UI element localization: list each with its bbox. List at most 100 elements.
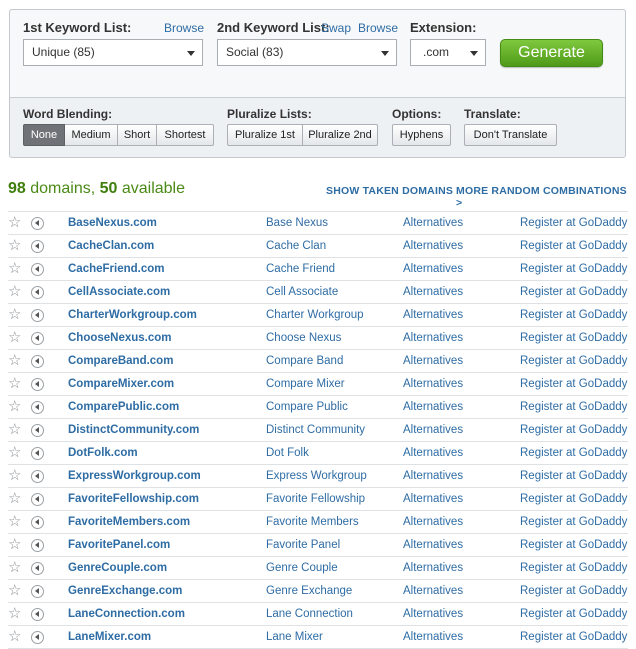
alternatives-link[interactable]: Alternatives bbox=[403, 212, 463, 234]
domain-link[interactable]: CompareBand.com bbox=[68, 350, 173, 372]
speaker-icon[interactable] bbox=[31, 562, 44, 575]
alternatives-link[interactable]: Alternatives bbox=[403, 304, 463, 326]
speaker-icon[interactable] bbox=[31, 539, 44, 552]
star-icon[interactable]: ☆ bbox=[8, 304, 21, 326]
speaker-icon[interactable] bbox=[31, 493, 44, 506]
keyword-words-link[interactable]: Cell Associate bbox=[266, 281, 338, 303]
alternatives-link[interactable]: Alternatives bbox=[403, 373, 463, 395]
domain-link[interactable]: DotFolk.com bbox=[68, 442, 138, 464]
domain-link[interactable]: FavoritePanel.com bbox=[68, 534, 170, 556]
alternatives-link[interactable]: Alternatives bbox=[403, 235, 463, 257]
domain-link[interactable]: DistinctCommunity.com bbox=[68, 419, 199, 441]
register-godaddy-link[interactable]: Register at GoDaddy bbox=[520, 304, 627, 326]
list2-browse-link[interactable]: Browse bbox=[358, 21, 398, 35]
alternatives-link[interactable]: Alternatives bbox=[403, 488, 463, 510]
speaker-icon[interactable] bbox=[31, 470, 44, 483]
register-godaddy-link[interactable]: Register at GoDaddy bbox=[520, 327, 627, 349]
alternatives-link[interactable]: Alternatives bbox=[403, 626, 463, 648]
register-godaddy-link[interactable]: Register at GoDaddy bbox=[520, 373, 627, 395]
register-godaddy-link[interactable]: Register at GoDaddy bbox=[520, 511, 627, 533]
blending-medium-button[interactable]: Medium bbox=[65, 124, 118, 146]
translate-button[interactable]: Don't Translate bbox=[464, 124, 557, 146]
domain-link[interactable]: CompareMixer.com bbox=[68, 373, 174, 395]
speaker-icon[interactable] bbox=[31, 516, 44, 529]
speaker-icon[interactable] bbox=[31, 217, 44, 230]
alternatives-link[interactable]: Alternatives bbox=[403, 511, 463, 533]
keyword-words-link[interactable]: Distinct Community bbox=[266, 419, 365, 441]
keyword-words-link[interactable]: Compare Public bbox=[266, 396, 348, 418]
domain-link[interactable]: ChooseNexus.com bbox=[68, 327, 172, 349]
speaker-icon[interactable] bbox=[31, 608, 44, 621]
register-godaddy-link[interactable]: Register at GoDaddy bbox=[520, 419, 627, 441]
speaker-icon[interactable] bbox=[31, 240, 44, 253]
register-godaddy-link[interactable]: Register at GoDaddy bbox=[520, 626, 627, 648]
show-taken-domains-link[interactable]: SHOW TAKEN DOMAINS bbox=[326, 185, 453, 197]
speaker-icon[interactable] bbox=[31, 332, 44, 345]
more-random-combinations-link[interactable]: MORE RANDOM COMBINATIONS > bbox=[456, 185, 636, 209]
domain-link[interactable]: BaseNexus.com bbox=[68, 212, 157, 234]
keyword-words-link[interactable]: Cache Friend bbox=[266, 258, 335, 280]
domain-link[interactable]: ComparePublic.com bbox=[68, 396, 179, 418]
star-icon[interactable]: ☆ bbox=[8, 419, 21, 441]
keyword-words-link[interactable]: Genre Couple bbox=[266, 557, 338, 579]
domain-link[interactable]: GenreCouple.com bbox=[68, 557, 167, 579]
alternatives-link[interactable]: Alternatives bbox=[403, 442, 463, 464]
alternatives-link[interactable]: Alternatives bbox=[403, 396, 463, 418]
domain-link[interactable]: CacheClan.com bbox=[68, 235, 154, 257]
keyword-words-link[interactable]: Cache Clan bbox=[266, 235, 326, 257]
alternatives-link[interactable]: Alternatives bbox=[403, 465, 463, 487]
speaker-icon[interactable] bbox=[31, 424, 44, 437]
star-icon[interactable]: ☆ bbox=[8, 557, 21, 579]
domain-link[interactable]: CacheFriend.com bbox=[68, 258, 165, 280]
alternatives-link[interactable]: Alternatives bbox=[403, 350, 463, 372]
domain-link[interactable]: CellAssociate.com bbox=[68, 281, 170, 303]
star-icon[interactable]: ☆ bbox=[8, 488, 21, 510]
register-godaddy-link[interactable]: Register at GoDaddy bbox=[520, 396, 627, 418]
speaker-icon[interactable] bbox=[31, 631, 44, 644]
keyword-words-link[interactable]: Compare Mixer bbox=[266, 373, 345, 395]
speaker-icon[interactable] bbox=[31, 355, 44, 368]
keyword-words-link[interactable]: Favorite Fellowship bbox=[266, 488, 365, 510]
speaker-icon[interactable] bbox=[31, 447, 44, 460]
blending-none-button[interactable]: None bbox=[23, 124, 65, 146]
blending-short-button[interactable]: Short bbox=[118, 124, 157, 146]
register-godaddy-link[interactable]: Register at GoDaddy bbox=[520, 212, 627, 234]
alternatives-link[interactable]: Alternatives bbox=[403, 534, 463, 556]
star-icon[interactable]: ☆ bbox=[8, 511, 21, 533]
speaker-icon[interactable] bbox=[31, 286, 44, 299]
keyword-words-link[interactable]: Favorite Panel bbox=[266, 534, 340, 556]
star-icon[interactable]: ☆ bbox=[8, 350, 21, 372]
register-godaddy-link[interactable]: Register at GoDaddy bbox=[520, 465, 627, 487]
register-godaddy-link[interactable]: Register at GoDaddy bbox=[520, 235, 627, 257]
star-icon[interactable]: ☆ bbox=[8, 465, 21, 487]
domain-link[interactable]: GenreExchange.com bbox=[68, 580, 182, 602]
domain-link[interactable]: FavoriteFellowship.com bbox=[68, 488, 199, 510]
register-godaddy-link[interactable]: Register at GoDaddy bbox=[520, 281, 627, 303]
star-icon[interactable]: ☆ bbox=[8, 281, 21, 303]
pluralize-1st-button[interactable]: Pluralize 1st bbox=[227, 124, 303, 146]
star-icon[interactable]: ☆ bbox=[8, 580, 21, 602]
list2-swap-link[interactable]: Swap bbox=[321, 21, 351, 35]
keyword-words-link[interactable]: Charter Workgroup bbox=[266, 304, 364, 326]
generate-button[interactable]: Generate bbox=[500, 39, 603, 67]
register-godaddy-link[interactable]: Register at GoDaddy bbox=[520, 258, 627, 280]
alternatives-link[interactable]: Alternatives bbox=[403, 557, 463, 579]
star-icon[interactable]: ☆ bbox=[8, 603, 21, 625]
domain-link[interactable]: LaneMixer.com bbox=[68, 626, 151, 648]
keyword-words-link[interactable]: Base Nexus bbox=[266, 212, 328, 234]
register-godaddy-link[interactable]: Register at GoDaddy bbox=[520, 557, 627, 579]
speaker-icon[interactable] bbox=[31, 378, 44, 391]
star-icon[interactable]: ☆ bbox=[8, 235, 21, 257]
domain-link[interactable]: FavoriteMembers.com bbox=[68, 511, 190, 533]
alternatives-link[interactable]: Alternatives bbox=[403, 258, 463, 280]
keyword-words-link[interactable]: Express Workgroup bbox=[266, 465, 367, 487]
keyword-words-link[interactable]: Lane Connection bbox=[266, 603, 353, 625]
extension-select[interactable]: .com bbox=[410, 39, 486, 66]
speaker-icon[interactable] bbox=[31, 585, 44, 598]
keyword-words-link[interactable]: Choose Nexus bbox=[266, 327, 341, 349]
alternatives-link[interactable]: Alternatives bbox=[403, 419, 463, 441]
register-godaddy-link[interactable]: Register at GoDaddy bbox=[520, 580, 627, 602]
keyword-words-link[interactable]: Favorite Members bbox=[266, 511, 359, 533]
star-icon[interactable]: ☆ bbox=[8, 442, 21, 464]
register-godaddy-link[interactable]: Register at GoDaddy bbox=[520, 350, 627, 372]
